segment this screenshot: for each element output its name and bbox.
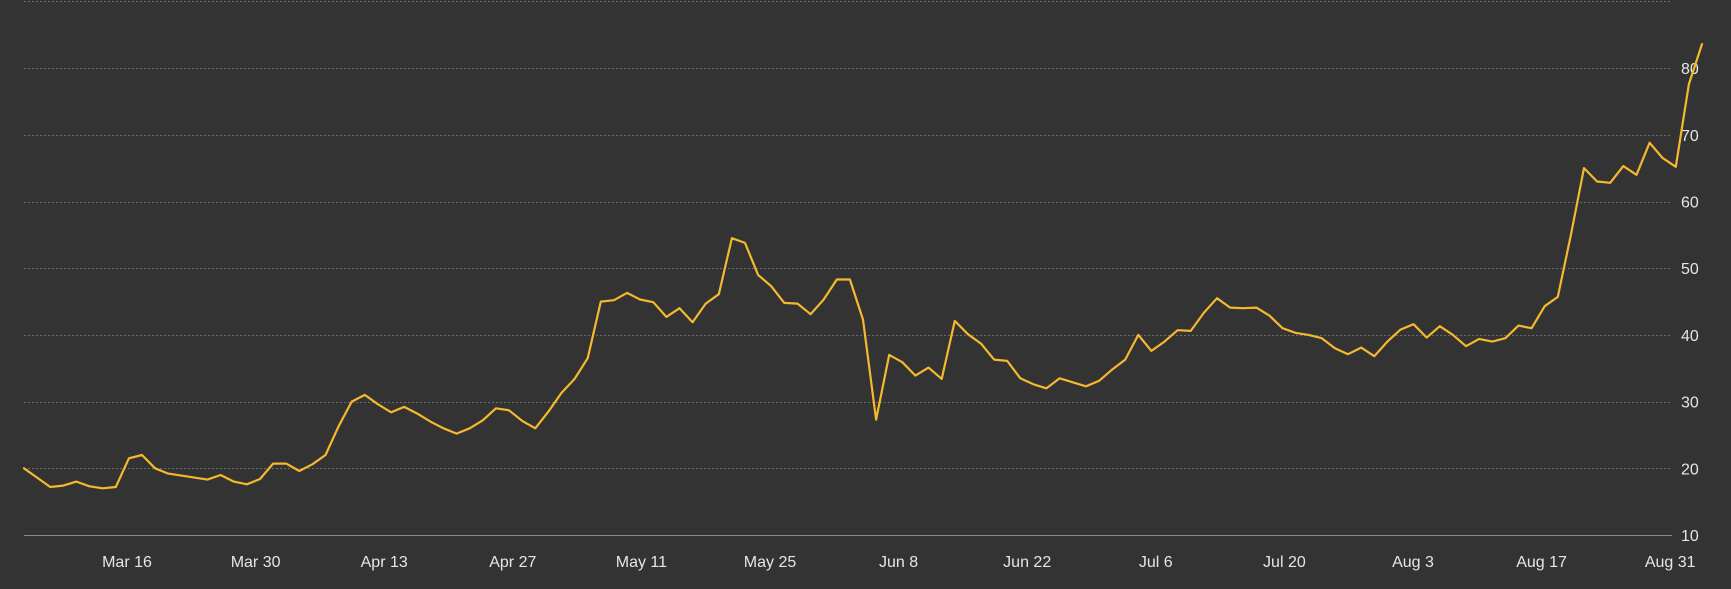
y-tick-label: 10: [1681, 528, 1699, 545]
x-tick-label: May 11: [616, 554, 667, 571]
series-layer: [22, 42, 1704, 490]
x-tick-label: May 25: [744, 554, 797, 571]
y-tick-label: 30: [1681, 395, 1699, 412]
x-tick-label: Aug 17: [1516, 554, 1567, 571]
x-tick-label: Jun 8: [879, 554, 918, 571]
x-tick-label: Mar 16: [102, 554, 152, 571]
line-chart: 1020304050607080 Mar 16 Mar 30 Apr 13 Apr 2…: [22, 1, 1704, 571]
x-tick-label: Aug 31: [1645, 554, 1696, 571]
y-tick-label: 70: [1681, 128, 1699, 145]
x-tick-label: Apr 27: [489, 554, 536, 571]
x-tick-label: Aug 3: [1392, 554, 1434, 571]
x-axis-tick-labels: Mar 16 Mar 30 Apr 13 Apr 27 May 11 May 25 Jun …: [102, 554, 1696, 571]
y-tick-label: 40: [1681, 328, 1699, 345]
y-axis-tick-labels: 1020304050607080: [1681, 61, 1699, 545]
x-tick-label: Mar 30: [231, 554, 281, 571]
x-tick-label: Apr 13: [361, 554, 408, 571]
x-tick-label: Jun 22: [1003, 554, 1051, 571]
x-tick-label: Jul 20: [1263, 554, 1306, 571]
x-tick-label: Jul 6: [1139, 554, 1173, 571]
y-tick-label: 60: [1681, 195, 1699, 212]
y-tick-label: 20: [1681, 461, 1699, 478]
gridlines: [24, 1, 1672, 536]
y-tick-label: 50: [1681, 261, 1699, 278]
series-line: [22, 42, 1704, 490]
